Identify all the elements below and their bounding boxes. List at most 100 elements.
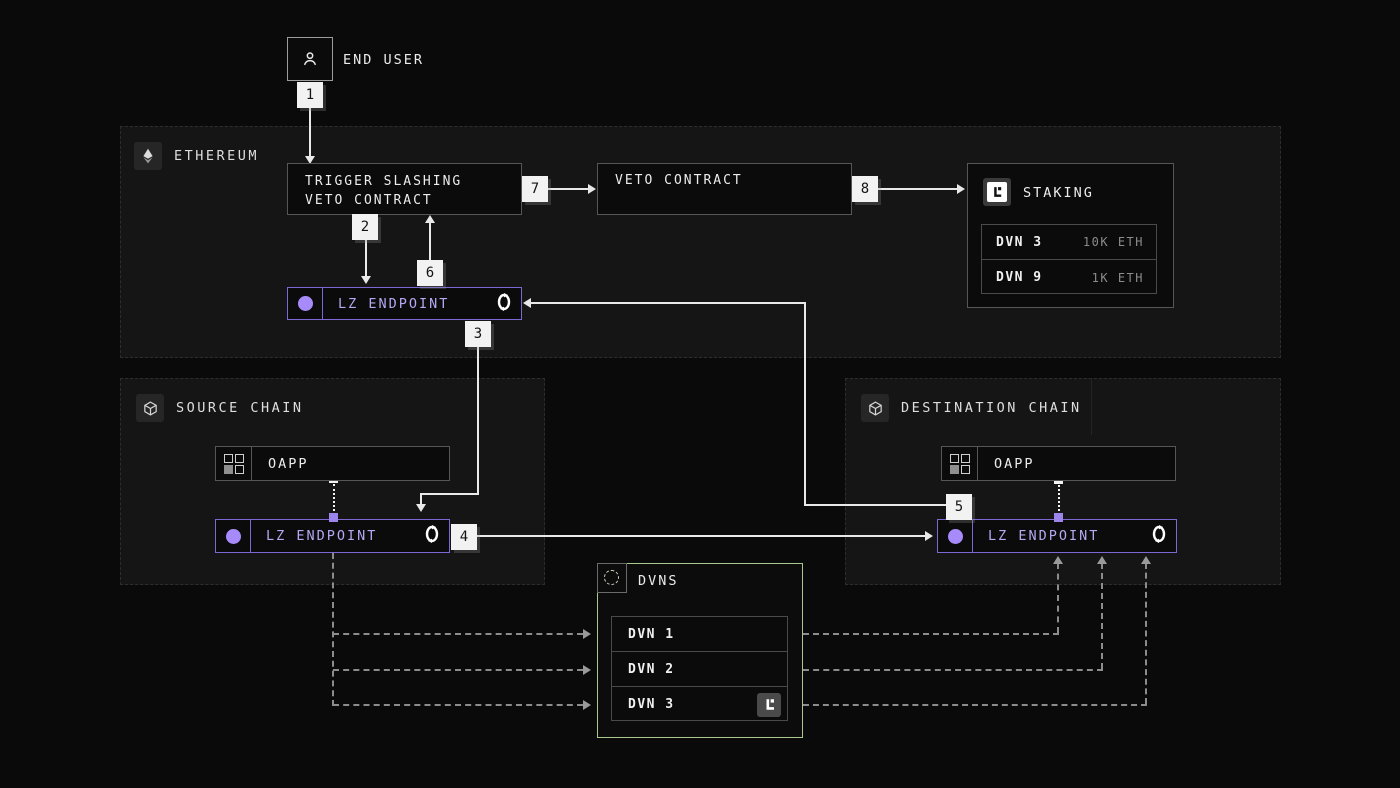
flow-arrow-4: [925, 531, 933, 541]
lz-endpoint-ethereum-node: LZ ENDPOINT: [287, 287, 522, 320]
oapp-endpoint-link-source: [333, 484, 335, 515]
flow-line-8: [878, 188, 959, 190]
end-user-label: END USER: [343, 52, 424, 68]
link-handle-purple: [1054, 513, 1063, 522]
cube-icon: [136, 394, 164, 422]
flow-line-5b: [804, 302, 806, 506]
flow-line-1: [309, 108, 311, 158]
dvn-line-to-dvn1: [333, 633, 583, 635]
dvns-rows: DVN 1 DVN 2 DVN 3: [611, 616, 788, 721]
flow-arrow-8: [957, 184, 965, 194]
dvn2-arrow-up: [1097, 556, 1107, 564]
dvn3-arrow-up: [1141, 556, 1151, 564]
lz-endpoint-label: LZ ENDPOINT: [266, 528, 377, 544]
oapp-source-node: OAPP: [215, 446, 450, 481]
trigger-slashing-veto-contract-node: TRIGGER SLASHING VETO CONTRACT: [287, 163, 522, 215]
circle-dot-icon: [216, 520, 251, 552]
flow-line-3b: [421, 493, 479, 495]
destination-chain-header: DESTINATION CHAIN: [861, 394, 1082, 422]
flow-line-5a: [805, 504, 946, 506]
staking-row-name: DVN 9: [996, 270, 1043, 285]
grid-icon: [216, 447, 252, 480]
end-user-node: [287, 37, 333, 81]
trigger-label-line2: VETO CONTRACT: [305, 191, 504, 210]
flow-line-3a: [477, 347, 479, 495]
staking-node: STAKING DVN 3 10K ETH DVN 9 1K ETH: [967, 163, 1174, 308]
flow-line-5c: [530, 302, 806, 304]
oapp-label: OAPP: [994, 456, 1035, 472]
dvn-row-name: DVN 3: [628, 697, 675, 712]
person-icon: [300, 49, 320, 69]
step-badge-2: 2: [352, 214, 378, 240]
staking-row-stake: 1K ETH: [1092, 271, 1144, 285]
step-badge-4: 4: [451, 524, 477, 550]
dvn-line-source-vertical: [332, 553, 334, 706]
oapp-destination-node: OAPP: [941, 446, 1176, 481]
staking-rows: DVN 3 10K ETH DVN 9 1K ETH: [981, 224, 1157, 294]
dvn-row: DVN 2: [612, 652, 787, 687]
layerzero-logo-icon: [983, 178, 1011, 206]
source-chain-header: SOURCE CHAIN: [136, 394, 304, 422]
staking-row-stake: 10K ETH: [1083, 235, 1144, 249]
dvns-node: DVNS DVN 1 DVN 2 DVN 3: [597, 563, 803, 738]
veto-contract-node: VETO CONTRACT: [597, 163, 852, 215]
circle-dot-icon: [288, 288, 323, 319]
flow-line-7: [548, 188, 590, 190]
dvn2-line-up: [1101, 563, 1103, 669]
dvn-row-name: DVN 2: [628, 662, 675, 677]
staking-label: STAKING: [1023, 185, 1094, 201]
source-chain-label: SOURCE CHAIN: [176, 400, 304, 416]
dvn-arrow-dvn2: [583, 665, 591, 675]
cube-icon: [861, 394, 889, 422]
dvn1-line-to-destination: [803, 633, 1059, 635]
lz-endpoint-label: LZ ENDPOINT: [338, 296, 449, 312]
oapp-label: OAPP: [268, 456, 309, 472]
link-handle-purple: [329, 513, 338, 522]
step-badge-3: 3: [465, 321, 491, 347]
step-badge-1: 1: [297, 82, 323, 108]
dvn-row: DVN 1: [612, 617, 787, 652]
staking-row-name: DVN 3: [996, 235, 1043, 250]
dvn3-line-to-destination: [803, 704, 1147, 706]
veto-contract-label: VETO CONTRACT: [615, 173, 834, 188]
flow-arrow-6: [425, 215, 435, 223]
flow-arrow-2: [361, 276, 371, 284]
staking-row: DVN 3 10K ETH: [982, 225, 1156, 260]
ethereum-icon: [134, 142, 162, 170]
flow-arrow-3: [416, 504, 426, 512]
dashed-circle-icon: [597, 563, 627, 593]
step-badge-6: 6: [417, 260, 443, 286]
dvn1-arrow-up: [1053, 556, 1063, 564]
flow-arrow-7: [588, 184, 596, 194]
lz-endpoint-label: LZ ENDPOINT: [988, 528, 1099, 544]
staking-row: DVN 9 1K ETH: [982, 260, 1156, 295]
step-badge-8: 8: [852, 176, 878, 202]
dvn-line-to-dvn2: [333, 669, 583, 671]
dvns-label: DVNS: [638, 573, 679, 589]
dvn1-line-up: [1057, 563, 1059, 633]
dvn-line-to-dvn3: [333, 704, 583, 706]
swap-vertical-icon: [1152, 525, 1166, 547]
ethereum-section-header: ETHEREUM: [134, 142, 259, 170]
destination-chain-label: DESTINATION CHAIN: [901, 400, 1082, 416]
lz-endpoint-source-node: LZ ENDPOINT: [215, 519, 450, 553]
dvn3-line-up: [1145, 563, 1147, 704]
trigger-label-line1: TRIGGER SLASHING: [305, 172, 504, 191]
step-badge-5: 5: [946, 494, 972, 520]
slashing-flow-diagram: ETHEREUM SOURCE CHAIN DESTINATION CHAIN: [0, 0, 1400, 788]
circle-dot-icon: [938, 520, 973, 552]
dvn-row: DVN 3: [612, 687, 787, 722]
step-badge-7: 7: [522, 176, 548, 202]
destination-header-divider: [1091, 379, 1092, 435]
dvn-arrow-dvn1: [583, 629, 591, 639]
oapp-endpoint-link-destination: [1058, 485, 1060, 515]
dvn2-line-to-destination: [803, 669, 1103, 671]
ethereum-section-label: ETHEREUM: [174, 148, 259, 164]
swap-vertical-icon: [425, 525, 439, 547]
flow-line-4: [477, 535, 927, 537]
grid-icon: [942, 447, 978, 480]
swap-vertical-icon: [497, 293, 511, 315]
flow-arrow-5: [523, 298, 531, 308]
dvn-row-name: DVN 1: [628, 627, 675, 642]
layerzero-logo-icon: [757, 693, 781, 717]
